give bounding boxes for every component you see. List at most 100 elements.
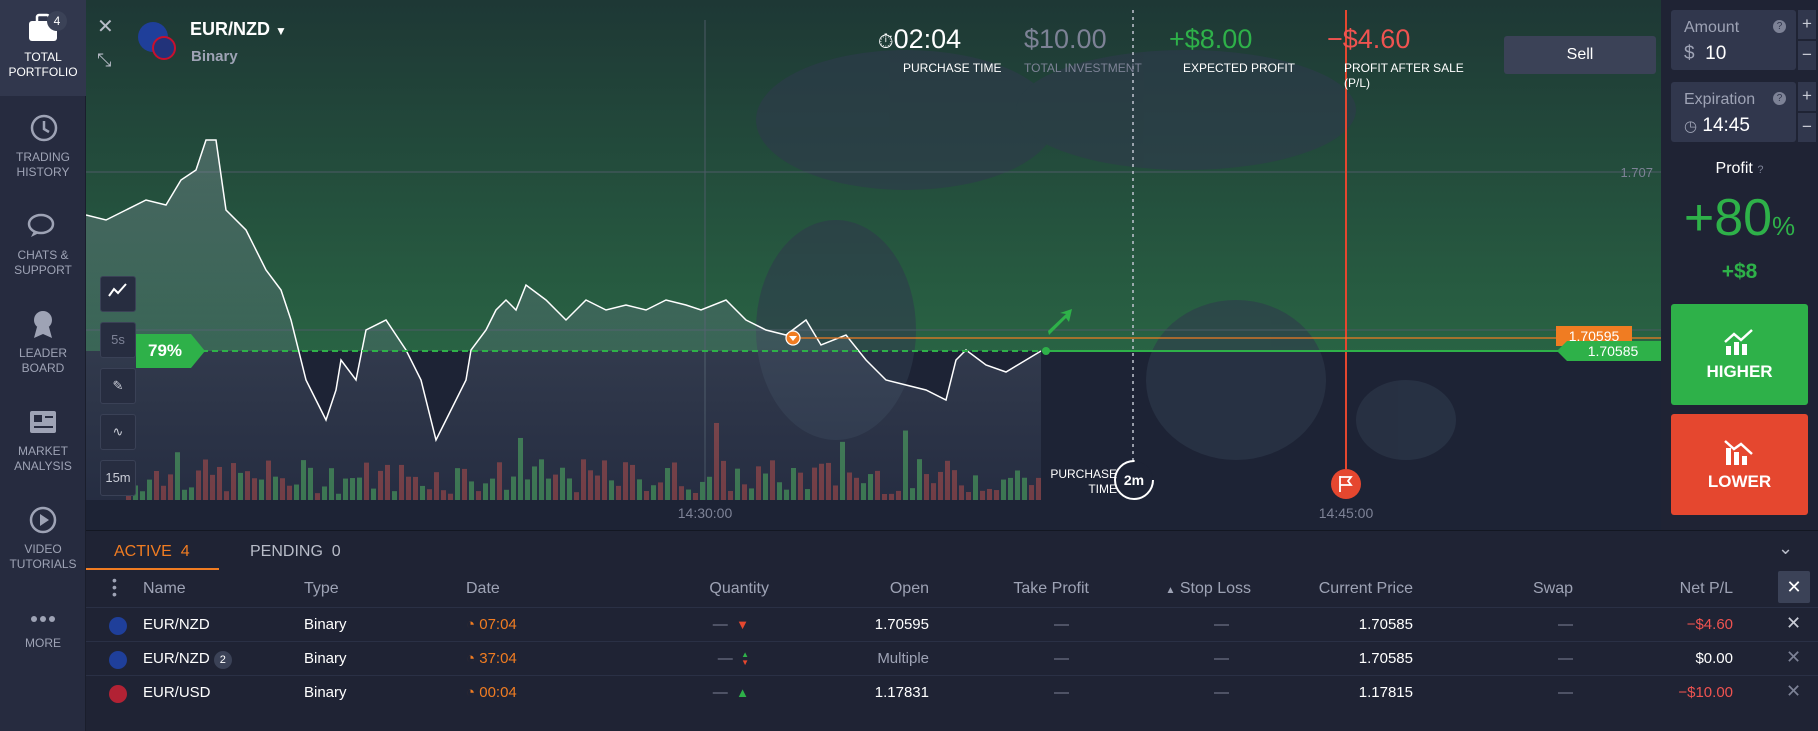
sidebar-item-market-analysis[interactable]: MARKET ANALYSIS — [0, 394, 86, 490]
cell-swap: — — [1558, 650, 1573, 667]
cell-date: ◔ 37:04 — [466, 650, 517, 667]
chart-type-button[interactable] — [100, 276, 136, 312]
profit-amount: +$8 — [1721, 260, 1758, 283]
current-price-label: 1.70585 — [1588, 343, 1639, 359]
timeframe-5s-button[interactable]: 5s — [100, 322, 136, 358]
chat-icon — [27, 213, 55, 237]
sidebar-item-video-tutorials[interactable]: VIDEO TUTORIALS — [0, 492, 86, 588]
tab-active[interactable]: ACTIVE 4 — [114, 543, 190, 561]
cell-name: EUR/USD — [143, 684, 211, 701]
expiration-label: Expiration — [1684, 91, 1756, 108]
chart-area[interactable]: 1.707 79% 1.70595 1.70585 14:30:00 14:45… — [86, 0, 1661, 530]
pair-flag-icon — [109, 685, 127, 703]
profit-label: Profit ? — [1715, 160, 1764, 177]
close-position-button[interactable]: ✕ — [1786, 647, 1801, 668]
column-name[interactable]: Name — [143, 580, 186, 598]
expiration-decrease-button[interactable]: − — [1798, 113, 1816, 142]
column-current-price[interactable]: Current Price — [1253, 580, 1413, 598]
sidebar-item-chats[interactable]: CHATS & SUPPORT — [0, 198, 86, 294]
stopwatch-icon: ⏱ — [878, 31, 894, 53]
close-position-button[interactable]: ✕ — [1786, 681, 1801, 702]
cell-type: Binary — [304, 684, 347, 701]
higher-button[interactable]: HIGHER — [1671, 304, 1808, 405]
cell-current-price: 1.70585 — [1358, 650, 1413, 667]
collapse-icon[interactable]: ⤡ — [97, 50, 111, 71]
asset-selector[interactable]: EUR/NZD ▼ — [190, 19, 287, 40]
column-stop-loss[interactable]: ▲ Stop Loss — [1119, 580, 1251, 598]
active-tab-indicator — [86, 568, 219, 570]
column-type[interactable]: Type — [304, 580, 339, 598]
chevron-down-icon: ▼ — [275, 24, 287, 38]
cell-net-pl: −$10.00 — [1678, 684, 1733, 701]
table-row[interactable]: EUR/NZD 2 Binary ◔ 37:04 — ▲ ▼ Multiple — — 1.70… — [86, 641, 1818, 675]
column-date[interactable]: Date — [466, 580, 500, 598]
history-icon — [30, 114, 58, 142]
sidebar-item-label: TOTAL PORTFOLIO — [8, 50, 78, 79]
column-settings-icon[interactable]: • • • — [112, 573, 117, 601]
cell-net-pl: $0.00 — [1695, 650, 1733, 667]
indicators-button[interactable]: ∿ — [100, 414, 136, 450]
line-chart-icon — [108, 283, 127, 297]
column-quantity[interactable]: Quantity — [649, 580, 769, 598]
amount-decrease-button[interactable]: − — [1798, 41, 1816, 70]
amount-label: Amount — [1684, 19, 1740, 36]
column-take-profit[interactable]: Take Profit — [969, 580, 1089, 598]
draw-tool-button[interactable]: ✎ — [100, 368, 136, 404]
column-net-pl[interactable]: Net P/L — [1613, 580, 1733, 598]
amount-field[interactable]: Amount ? $ 10 — [1671, 10, 1796, 70]
sidebar-item-more[interactable]: MORE — [0, 596, 86, 692]
sidebar-item-label: TRADING HISTORY — [16, 150, 70, 179]
purchase-timer: 2m — [1124, 472, 1144, 488]
cell-quantity: — ▼ — [712, 616, 749, 633]
currency-symbol: $ — [1684, 43, 1695, 64]
table-row[interactable]: EUR/NZD Binary ◔ 07:04 — ▼ 1.70595 — — 1.70585 —… — [86, 607, 1818, 641]
expiration-field[interactable]: Expiration ? ◷ 14:45 — [1671, 82, 1796, 142]
help-icon[interactable]: ? — [1773, 92, 1786, 105]
expiration-increase-button[interactable]: + — [1798, 82, 1816, 111]
timeframe-15m-button[interactable]: 15m — [100, 460, 136, 496]
total-investment-value: $10.00 — [1024, 24, 1107, 54]
cell-quantity: — ▲ ▼ — [717, 650, 749, 668]
amount-increase-button[interactable]: + — [1798, 10, 1816, 39]
cell-quantity: — ▲ — [712, 684, 749, 701]
newspaper-icon — [30, 411, 56, 433]
sell-button[interactable]: Sell — [1504, 36, 1656, 74]
higher-label: HIGHER — [1706, 362, 1773, 381]
cell-current-price: 1.17815 — [1358, 684, 1413, 701]
tab-pending[interactable]: PENDING 0 — [250, 543, 341, 561]
portfolio-count-badge: 4 — [47, 11, 67, 31]
collapse-chevron-icon[interactable]: ⌄ — [1778, 538, 1793, 559]
lower-button[interactable]: LOWER — [1671, 414, 1808, 515]
column-open[interactable]: Open — [809, 580, 929, 598]
expected-profit-value: +$8.00 — [1169, 24, 1253, 54]
trend-up-icon — [1723, 329, 1753, 355]
sidebar-item-portfolio[interactable]: 4 TOTAL PORTFOLIO — [0, 0, 86, 96]
clock-icon: ◷ — [1684, 118, 1698, 135]
cell-type: Binary — [304, 616, 347, 633]
amount-value: 10 — [1705, 43, 1727, 64]
cell-swap: — — [1558, 684, 1573, 701]
expiration-flag-icon — [1331, 469, 1361, 499]
cell-date: ◔ 00:04 — [466, 684, 517, 701]
table-row[interactable]: EUR/USD Binary ◔ 00:04 — ▲ 1.17831 — — 1.17815 —… — [86, 675, 1818, 709]
sidebar-item-label: MARKET ANALYSIS — [14, 444, 72, 473]
close-icon[interactable]: ✕ — [97, 14, 114, 39]
cell-swap: — — [1558, 616, 1573, 633]
help-icon[interactable]: ? — [1773, 20, 1786, 33]
sort-asc-icon: ▲ — [1165, 585, 1176, 596]
column-swap[interactable]: Swap — [1453, 580, 1573, 598]
sidebar: 4 TOTAL PORTFOLIO TRADING HISTORY CHATS … — [0, 0, 86, 731]
asset-name: EUR/NZD — [190, 19, 270, 39]
lower-label: LOWER — [1707, 472, 1772, 491]
close-position-button[interactable]: ✕ — [1786, 613, 1801, 634]
expiration-value: 14:45 — [1702, 115, 1750, 136]
cell-current-price: 1.70585 — [1358, 616, 1413, 633]
sidebar-item-leaderboard[interactable]: LEADER BOARD — [0, 296, 86, 392]
sidebar-item-trading-history[interactable]: TRADING HISTORY — [0, 100, 86, 196]
cell-name: EUR/NZD — [143, 616, 210, 633]
time-tick-2: 14:45:00 — [1319, 505, 1374, 521]
purchase-time-label: PURCHASE TIME — [1050, 467, 1117, 496]
cell-stop-loss: — — [1214, 684, 1229, 701]
asset-type: Binary — [191, 48, 238, 65]
close-all-button[interactable]: ✕ — [1778, 571, 1810, 603]
